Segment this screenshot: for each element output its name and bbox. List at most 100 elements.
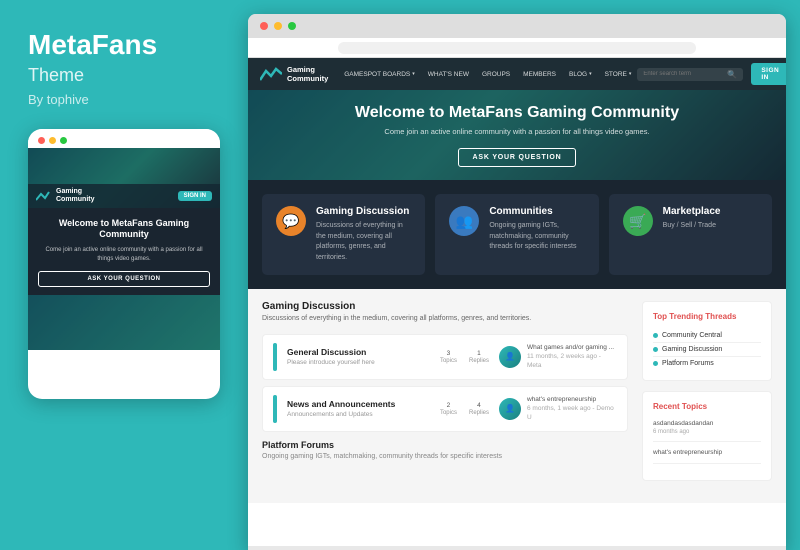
replies-count: 1 <box>469 350 489 357</box>
forum-meta: Announcements and Updates <box>287 411 430 418</box>
nav-store[interactable]: STORE ▾ <box>599 58 638 90</box>
category-desc: Discussions of everything in the medium,… <box>316 221 411 263</box>
topics-label: Topics <box>440 410 457 416</box>
category-info: Communities Ongoing gaming IGTs, matchma… <box>489 206 584 253</box>
recent-item[interactable]: what's entrepreneurship <box>653 448 761 463</box>
forum-row[interactable]: General Discussion Please introduce your… <box>262 334 628 380</box>
forum-stats: 2 Topics 4 Replies <box>440 402 489 416</box>
category-card-gaming[interactable]: 💬 Gaming Discussion Discussions of every… <box>262 194 425 275</box>
replies-label: Replies <box>469 410 489 416</box>
trending-title: Top Trending Threads <box>653 312 761 321</box>
avatar: 👤 <box>499 346 521 368</box>
forum-activity: 👤 what's entrepreneurship 6 months, 1 we… <box>499 395 617 422</box>
nav-blog[interactable]: BLOG ▾ <box>563 58 598 90</box>
mobile-hero: GamingCommunity SIGN IN <box>28 148 220 208</box>
mobile-bottom-section <box>28 295 220 350</box>
category-title: Marketplace <box>663 206 721 217</box>
browser-dot-green[interactable] <box>288 22 296 30</box>
mobile-bottom-overlay <box>28 295 220 350</box>
main-content: Gaming Discussion Discussions of everyth… <box>248 289 786 503</box>
recent-title: Recent Topics <box>653 402 761 411</box>
avatar: 👤 <box>499 398 521 420</box>
browser-dot-red[interactable] <box>260 22 268 30</box>
forum-info: News and Announcements Announcements and… <box>287 399 430 418</box>
forum-icon-bar <box>273 343 277 371</box>
communities-icon: 👥 <box>449 206 479 236</box>
brand-subtitle: Theme <box>28 65 220 86</box>
mobile-logo-icon <box>36 190 52 202</box>
browser-body: GamingCommunity GAMESPOT BOARDS ▾ WHAT'S… <box>248 38 786 546</box>
bullet-icon <box>653 347 658 352</box>
topics-label: Topics <box>440 358 457 364</box>
mobile-logo-text: GamingCommunity <box>56 188 95 203</box>
browser-chrome <box>248 14 786 38</box>
mobile-content: Welcome to MetaFans Gaming Community Com… <box>28 208 220 295</box>
forum-name: News and Announcements <box>287 399 430 409</box>
nav-search[interactable]: 🔍 <box>637 68 743 81</box>
brand-title: MetaFans <box>28 30 220 61</box>
mobile-logo-area: GamingCommunity <box>36 188 95 203</box>
mobile-signin-button[interactable]: SIGN IN <box>178 191 212 201</box>
sidebar-item-row[interactable]: Community Central <box>653 329 761 343</box>
forum-row[interactable]: News and Announcements Announcements and… <box>262 386 628 432</box>
mobile-preview: GamingCommunity SIGN IN Welcome to MetaF… <box>28 129 220 399</box>
bullet-icon <box>653 333 658 338</box>
browser-dot-yellow[interactable] <box>274 22 282 30</box>
hero-cta-button[interactable]: ASK YOUR QUESTION <box>458 148 577 167</box>
hero-subtitle: Come join an active online community wit… <box>355 127 679 136</box>
marketplace-icon: 🛒 <box>623 206 653 236</box>
mobile-navbar: GamingCommunity SIGN IN <box>28 184 220 207</box>
platform-forums-title: Platform Forums <box>262 440 628 450</box>
category-card-marketplace[interactable]: 🛒 Marketplace Buy / Sell / Trade <box>609 194 772 275</box>
content-right: Top Trending Threads Community Central G… <box>642 301 772 491</box>
activity-text: What games and/or gaming ... 11 months, … <box>527 343 617 370</box>
forum-icon-bar <box>273 395 277 423</box>
brand-author: By tophive <box>28 92 220 107</box>
replies-count: 4 <box>469 402 489 409</box>
nav-links: GAMESPOT BOARDS ▾ WHAT'S NEW GROUPS MEMB… <box>338 58 637 90</box>
mobile-dot-yellow <box>49 137 56 144</box>
trending-box: Top Trending Threads Community Central G… <box>642 301 772 381</box>
category-section: 💬 Gaming Discussion Discussions of every… <box>248 180 786 289</box>
recent-box: Recent Topics asdandasdasdandan 6 months… <box>642 391 772 481</box>
site-logo-icon <box>260 66 282 82</box>
nav-signin-button[interactable]: SIGN IN <box>751 63 786 85</box>
topics-count: 3 <box>440 350 457 357</box>
search-input[interactable] <box>643 71 723 77</box>
mobile-cta-button[interactable]: ASK YOUR QUESTION <box>38 271 210 287</box>
category-info: Gaming Discussion Discussions of everyth… <box>316 206 411 263</box>
content-left: Gaming Discussion Discussions of everyth… <box>262 301 642 491</box>
mobile-window-dots <box>28 129 220 148</box>
forum-info: General Discussion Please introduce your… <box>287 347 430 366</box>
sidebar-item-row[interactable]: Gaming Discussion <box>653 343 761 357</box>
nav-gamespot-boards[interactable]: GAMESPOT BOARDS ▾ <box>338 58 421 90</box>
bullet-icon <box>653 361 658 366</box>
browser-window: GamingCommunity GAMESPOT BOARDS ▾ WHAT'S… <box>248 14 786 550</box>
category-title: Gaming Discussion <box>316 206 411 217</box>
forum-meta: Please introduce yourself here <box>287 359 430 366</box>
section-title: Gaming Discussion <box>262 301 628 312</box>
recent-item[interactable]: asdandasdasdandan 6 months ago <box>653 419 761 442</box>
category-desc: Ongoing gaming IGTs, matchmaking, commun… <box>489 221 584 253</box>
hero-title: Welcome to MetaFans Gaming Community <box>355 104 679 122</box>
arrow-icon: ▾ <box>589 71 592 77</box>
arrow-icon: ▾ <box>629 71 632 77</box>
mobile-dot-green <box>60 137 67 144</box>
nav-groups[interactable]: GROUPS <box>476 58 516 90</box>
sidebar-item-row[interactable]: Platform Forums <box>653 357 761 370</box>
mobile-hero-sub: Come join an active online community wit… <box>38 246 210 263</box>
topics-count: 2 <box>440 402 457 409</box>
nav-whats-new[interactable]: WHAT'S NEW <box>422 58 475 90</box>
site-logo: GamingCommunity <box>260 65 328 83</box>
platform-desc: Ongoing gaming IGTs, matchmaking, commun… <box>262 453 628 460</box>
category-desc: Buy / Sell / Trade <box>663 221 721 232</box>
category-card-communities[interactable]: 👥 Communities Ongoing gaming IGTs, match… <box>435 194 598 275</box>
category-info: Marketplace Buy / Sell / Trade <box>663 206 721 232</box>
nav-members[interactable]: MEMBERS <box>517 58 562 90</box>
gaming-discussion-icon: 💬 <box>276 206 306 236</box>
mobile-hero-title: Welcome to MetaFans Gaming Community <box>38 218 210 241</box>
search-icon: 🔍 <box>727 70 737 79</box>
section-desc: Discussions of everything in the medium,… <box>262 314 628 324</box>
category-title: Communities <box>489 206 584 217</box>
site-nav: GamingCommunity GAMESPOT BOARDS ▾ WHAT'S… <box>248 58 786 90</box>
